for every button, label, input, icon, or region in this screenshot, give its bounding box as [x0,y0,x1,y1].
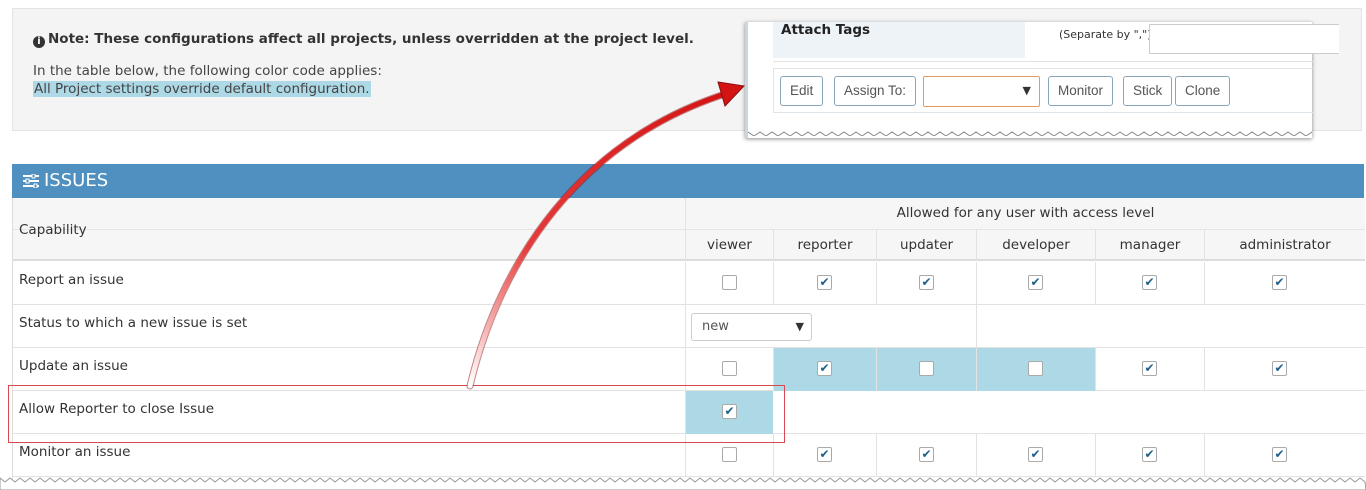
col-header-reporter: reporter [773,229,876,261]
allowed-access-header: Allowed for any user with access level [685,198,1365,229]
capability-label: Status to which a new issue is set [19,315,248,331]
color-code-legend: All Project settings override default co… [33,81,371,97]
checkbox-reporter[interactable]: ✔ [817,361,832,376]
issue-action-buttons: Edit Assign To: ▼ Monitor Stick Clone [773,68,1313,113]
tags-input[interactable] [1149,24,1339,54]
assign-to-select[interactable]: ▼ [923,76,1040,107]
edit-button[interactable]: Edit [780,76,824,106]
checkbox-updater[interactable]: ✔ [919,275,934,290]
capability-label: Report an issue [19,272,124,288]
torn-edge-decoration [748,131,1312,136]
monitor-button[interactable]: Monitor [1048,76,1114,106]
checkbox-developer[interactable] [1028,361,1043,376]
capability-column-header: Capability [19,222,87,238]
chevron-down-icon: ▼ [1022,84,1031,97]
col-header-developer: developer [976,229,1095,261]
checkbox-viewer[interactable] [722,275,737,290]
checkbox-manager[interactable]: ✔ [1142,361,1157,376]
table-row: Status to which a new issue is set new ▼ [13,305,1365,348]
checkbox-manager[interactable]: ✔ [1142,275,1157,290]
col-header-viewer: viewer [685,229,773,261]
new-issue-status-select[interactable]: new ▼ [691,313,812,341]
checkbox-administrator[interactable]: ✔ [1272,361,1287,376]
config-note: i Note: These configurations affect all p… [33,31,694,48]
col-header-updater: updater [876,229,976,261]
info-icon: i [33,36,45,48]
capability-label: Monitor an issue [19,444,131,460]
separator-hint: (Separate by ",") [1059,28,1152,41]
assign-to-button[interactable]: Assign To: [834,76,917,106]
col-header-manager: manager [1095,229,1204,261]
torn-edge-decoration [0,477,1366,490]
checkbox-manager[interactable]: ✔ [1142,447,1157,462]
checkbox-developer[interactable]: ✔ [1028,275,1043,290]
issues-title: ISSUES [44,170,109,191]
capability-label: Update an issue [19,358,128,374]
attach-tags-label: Attach Tags [781,22,871,38]
color-code-intro: In the table below, the following color … [33,63,382,79]
checkbox-updater[interactable] [919,361,934,376]
checkbox-administrator[interactable]: ✔ [1272,275,1287,290]
checkbox-developer[interactable]: ✔ [1028,447,1043,462]
checkbox-reporter[interactable]: ✔ [817,447,832,462]
stick-button[interactable]: Stick [1123,76,1173,106]
annotation-highlight-box [8,385,785,443]
checkbox-reporter[interactable]: ✔ [817,275,832,290]
table-row: Report an issue ✔ ✔ ✔ ✔ ✔ [13,262,1365,305]
col-header-administrator: administrator [1204,229,1365,261]
sliders-icon [22,166,40,200]
checkbox-viewer[interactable] [722,361,737,376]
issues-section-header: ISSUES [12,164,1364,198]
checkbox-administrator[interactable]: ✔ [1272,447,1287,462]
attach-tags-cell: Attach Tags [773,22,1025,58]
checkbox-updater[interactable]: ✔ [919,447,934,462]
note-text: Note: These configurations affect all pr… [48,31,694,47]
clone-button[interactable]: Clone [1175,76,1231,106]
checkbox-viewer[interactable] [722,447,737,462]
screenshot-frame: i Note: These configurations affect all p… [0,0,1366,490]
inset-screenshot: Attach Tags (Separate by ",") Edit Assig… [745,22,1339,138]
attach-tags-row: Attach Tags (Separate by ",") [773,22,1339,62]
chevron-down-icon: ▼ [795,320,804,333]
